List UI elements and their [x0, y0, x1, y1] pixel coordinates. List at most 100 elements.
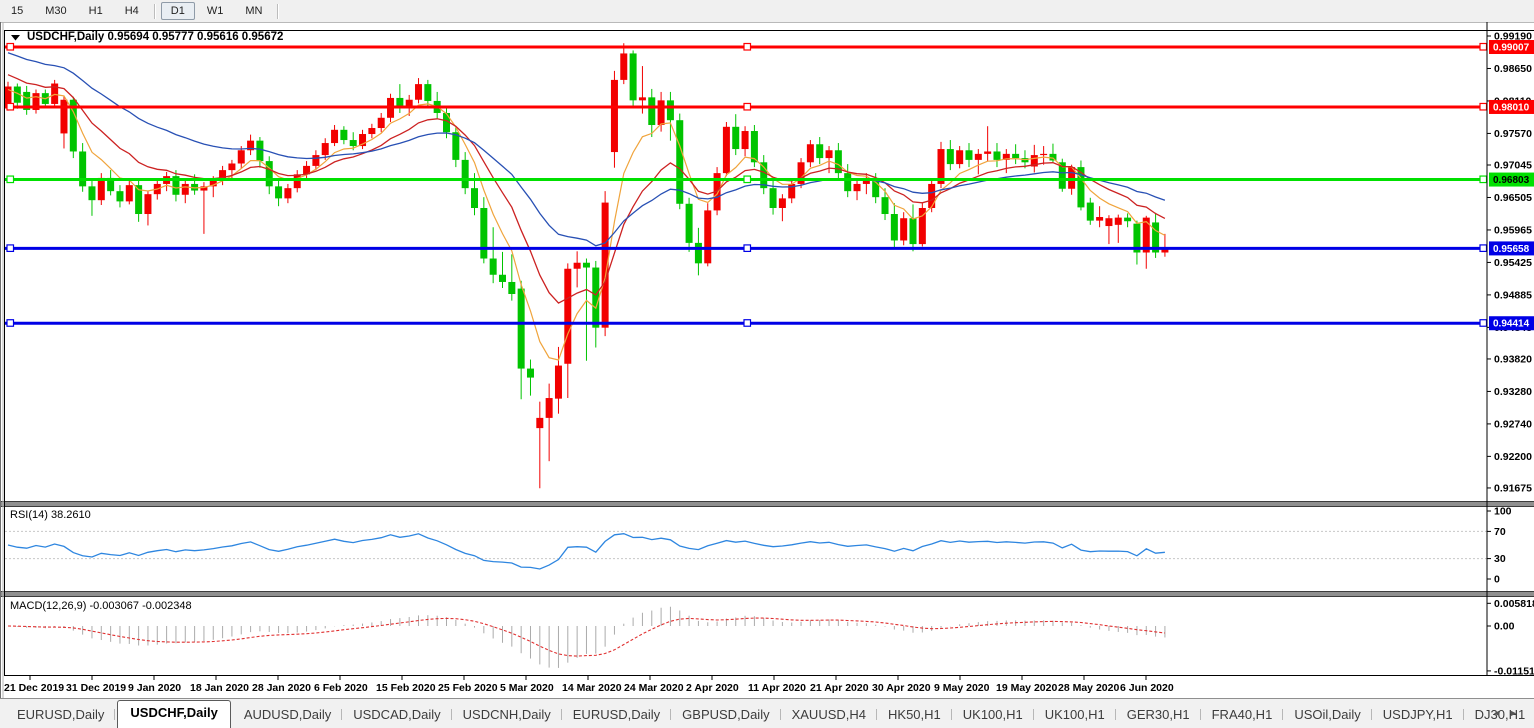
tab-scroll-left-icon[interactable]: ◄ — [1492, 708, 1509, 718]
chart-tab-uk100-h1[interactable]: UK100,H1 — [952, 703, 1034, 728]
chart-tab-ger30-h1[interactable]: GER30,H1 — [1116, 703, 1201, 728]
timeframe-toolbar: 15M30H1H4 D1W1MN — [0, 0, 1534, 23]
svg-text:70: 70 — [1494, 526, 1506, 538]
svg-text:0.95965: 0.95965 — [1494, 224, 1532, 236]
svg-text:18 Jan 2020: 18 Jan 2020 — [190, 682, 249, 694]
svg-text:21 Dec 2019: 21 Dec 2019 — [4, 682, 64, 694]
chart-tab-uk100-h1[interactable]: UK100,H1 — [1034, 703, 1116, 728]
macd-panel — [8, 607, 1165, 668]
svg-text:0.97570: 0.97570 — [1494, 128, 1532, 140]
line-handle — [744, 320, 751, 327]
rsi-panel — [5, 531, 1487, 569]
svg-text:0.99007: 0.99007 — [1493, 43, 1530, 54]
svg-text:0.93820: 0.93820 — [1494, 353, 1532, 365]
date-axis: 21 Dec 201931 Dec 20199 Jan 2020 18 Jan 2… — [4, 676, 1174, 694]
timeframe-button-h4[interactable]: H4 — [115, 2, 149, 20]
chart-tabs: EURUSD,DailyUSDCHF,DailyAUDUSD,DailyUSDC… — [0, 702, 1534, 728]
svg-text:6 Feb 2020: 6 Feb 2020 — [314, 682, 368, 694]
timeframe-button-mn[interactable]: MN — [235, 2, 272, 20]
panel-separator — [0, 502, 1534, 506]
chart-tab-eurusd-daily[interactable]: EURUSD,Daily — [562, 703, 671, 728]
svg-text:25 Feb 2020: 25 Feb 2020 — [438, 682, 498, 694]
svg-text:0.98010: 0.98010 — [1493, 102, 1530, 113]
chart-tab-hk50-h1[interactable]: HK50,H1 — [877, 703, 952, 728]
line-handle — [1480, 176, 1487, 183]
chart-tab-eurusd-daily[interactable]: EURUSD,Daily — [6, 703, 115, 728]
candles — [5, 43, 1169, 488]
candlestick-panel — [5, 43, 1169, 488]
svg-text:30: 30 — [1494, 553, 1506, 565]
line-handle — [1480, 44, 1487, 51]
timeframe-button-w1[interactable]: W1 — [197, 2, 234, 20]
line-handle — [744, 176, 751, 183]
line-handle — [744, 44, 751, 51]
svg-text:11 Apr 2020: 11 Apr 2020 — [748, 682, 806, 694]
line-handle — [1480, 320, 1487, 327]
svg-text:-0.011514: -0.011514 — [1494, 665, 1534, 677]
svg-text:0.94885: 0.94885 — [1494, 289, 1532, 301]
svg-text:28 May 2020: 28 May 2020 — [1058, 682, 1119, 694]
svg-text:0.97045: 0.97045 — [1494, 160, 1532, 172]
svg-text:31 Dec 2019: 31 Dec 2019 — [66, 682, 126, 694]
macd-label: MACD(12,26,9) -0.003067 -0.002348 — [10, 600, 192, 612]
chart-tab-audusd-daily[interactable]: AUDUSD,Daily — [233, 703, 342, 728]
svg-text:0: 0 — [1494, 574, 1500, 586]
tab-scroll-right-icon[interactable]: ► — [1509, 708, 1526, 718]
svg-text:0.93280: 0.93280 — [1494, 386, 1532, 398]
toolbar-divider — [154, 4, 156, 19]
chart-tab-xauusd-h4[interactable]: XAUUSD,H4 — [781, 703, 877, 728]
svg-text:9 Jan 2020: 9 Jan 2020 — [128, 682, 181, 694]
rsi-line — [8, 534, 1165, 569]
svg-text:0.98650: 0.98650 — [1494, 63, 1532, 75]
chart-tab-gbpusd-daily[interactable]: GBPUSD,Daily — [671, 703, 780, 728]
chart-tab-usdcad-daily[interactable]: USDCAD,Daily — [342, 703, 451, 728]
timeframe-button-d1[interactable]: D1 — [161, 2, 195, 20]
timeframe-button-m30[interactable]: M30 — [35, 2, 76, 20]
rsi-label: RSI(14) 38.2610 — [10, 509, 91, 521]
chart-title: USDCHF,Daily 0.95694 0.95777 0.95616 0.9… — [27, 31, 283, 43]
panel-separator — [0, 592, 1534, 596]
chart-tab-usoil-daily[interactable]: USOil,Daily — [1283, 703, 1371, 728]
svg-text:5 Mar 2020: 5 Mar 2020 — [500, 682, 554, 694]
svg-text:6 Jun 2020: 6 Jun 2020 — [1120, 682, 1174, 694]
svg-text:2 Apr 2020: 2 Apr 2020 — [686, 682, 739, 694]
svg-text:0.92200: 0.92200 — [1494, 451, 1532, 463]
svg-text:15 Feb 2020: 15 Feb 2020 — [376, 682, 436, 694]
svg-text:9 May 2020: 9 May 2020 — [934, 682, 990, 694]
line-handle — [744, 245, 751, 252]
svg-text:0.005818: 0.005818 — [1494, 598, 1534, 610]
line-handle — [744, 103, 751, 110]
line-handle — [7, 176, 14, 183]
toolbar-divider — [277, 4, 279, 19]
svg-text:19 May 2020: 19 May 2020 — [996, 682, 1057, 694]
svg-text:0.95658: 0.95658 — [1493, 244, 1530, 255]
line-handle — [7, 44, 14, 51]
svg-text:0.92740: 0.92740 — [1494, 418, 1532, 430]
price-axis: 0.991900.986500.981100.975700.970450.965… — [1487, 31, 1534, 678]
line-handle — [7, 245, 14, 252]
timeframe-buttons: 15M30H1H4 D1W1MN — [0, 2, 283, 20]
chart-canvas[interactable]: 0.991900.986500.981100.975700.970450.965… — [0, 22, 1534, 698]
svg-text:0.94414: 0.94414 — [1493, 319, 1530, 330]
svg-text:0.95425: 0.95425 — [1494, 257, 1532, 269]
svg-text:0.96505: 0.96505 — [1494, 192, 1532, 204]
svg-text:0.96803: 0.96803 — [1493, 175, 1530, 186]
svg-text:30 Apr 2020: 30 Apr 2020 — [872, 682, 931, 694]
chart-tab-fra40-h1[interactable]: FRA40,H1 — [1201, 703, 1284, 728]
line-handle — [1480, 245, 1487, 252]
line-handle — [7, 103, 14, 110]
tab-scroll-arrows[interactable]: ◄► — [1492, 708, 1526, 718]
timeframe-button-h1[interactable]: H1 — [79, 2, 113, 20]
timeframe-button-15[interactable]: 15 — [1, 2, 33, 20]
svg-text:100: 100 — [1494, 506, 1512, 518]
ma-line-slow — [8, 53, 1165, 246]
chart-tab-usdcnh-daily[interactable]: USDCNH,Daily — [452, 703, 562, 728]
svg-text:0.00: 0.00 — [1494, 621, 1515, 633]
svg-text:0.91675: 0.91675 — [1494, 482, 1532, 494]
symbol-dropdown-icon[interactable] — [11, 35, 20, 41]
chart-tab-usdjpy-h1[interactable]: USDJPY,H1 — [1372, 703, 1464, 728]
chart-tab-bar: EURUSD,DailyUSDCHF,DailyAUDUSD,DailyUSDC… — [0, 698, 1534, 728]
chart-tab-usdchf-daily[interactable]: USDCHF,Daily — [117, 700, 230, 728]
line-handle — [7, 320, 14, 327]
svg-text:24 Mar 2020: 24 Mar 2020 — [624, 682, 684, 694]
